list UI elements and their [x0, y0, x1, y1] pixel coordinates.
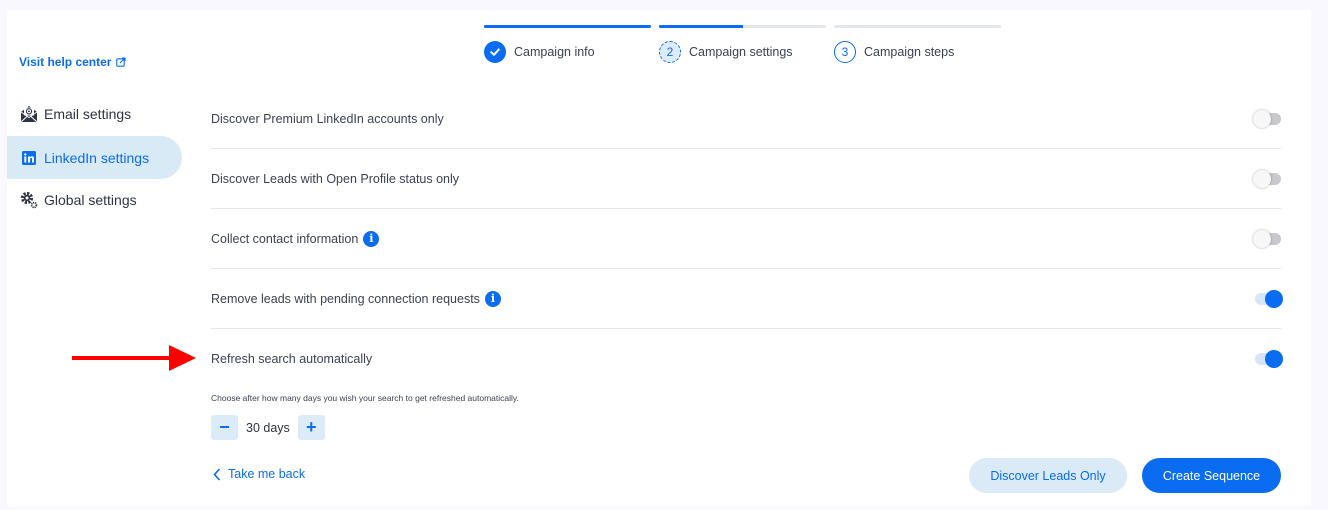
setting-row-open-profile: Discover Leads with Open Profile status …	[211, 149, 1281, 209]
step-number: 2	[659, 41, 681, 63]
help-link-label: Visit help center	[19, 55, 112, 69]
setting-row-refresh-search: Refresh search automatically	[211, 329, 1283, 389]
info-icon[interactable]: i	[484, 290, 501, 307]
step-label: Campaign info	[514, 45, 595, 59]
step-1-progress-bar	[484, 25, 651, 28]
chevron-left-icon	[213, 467, 221, 481]
refresh-hint-text: Choose after how many days you wish your…	[211, 393, 519, 403]
step-campaign-steps[interactable]: 3 Campaign steps	[834, 41, 954, 63]
red-arrow-annotation-icon	[72, 345, 196, 371]
back-label: Take me back	[228, 467, 306, 481]
take-me-back-link[interactable]: Take me back	[213, 467, 305, 481]
refresh-days-stepper: − 30 days +	[211, 415, 325, 440]
setting-row-remove-pending: Remove leads with pending connection req…	[211, 269, 1283, 329]
setting-label: Remove leads with pending connection req…	[211, 291, 480, 306]
refresh-search-toggle[interactable]	[1255, 350, 1283, 368]
check-icon	[484, 41, 506, 63]
setting-label: Refresh search automatically	[211, 352, 373, 366]
create-sequence-button[interactable]: Create Sequence	[1142, 458, 1281, 493]
linkedin-icon	[20, 149, 38, 167]
remove-pending-toggle[interactable]	[1255, 289, 1283, 308]
increment-button[interactable]: +	[297, 415, 325, 440]
setting-label: Discover Leads with Open Profile status …	[211, 171, 460, 186]
sidebar-item-global-settings[interactable]: Global settings	[7, 178, 182, 221]
step-label: Campaign settings	[689, 45, 793, 59]
sidebar-item-linkedin-settings[interactable]: LinkedIn settings	[7, 136, 182, 179]
collect-contact-toggle[interactable]	[1253, 229, 1281, 248]
discover-leads-only-button[interactable]: Discover Leads Only	[969, 458, 1127, 493]
visit-help-center-link[interactable]: Visit help center	[19, 55, 127, 69]
open-profile-toggle[interactable]	[1253, 169, 1281, 188]
setting-row-premium-accounts: Discover Premium LinkedIn accounts only	[211, 89, 1281, 149]
step-campaign-settings[interactable]: 2 Campaign settings	[659, 41, 793, 63]
sidebar-item-label: LinkedIn settings	[44, 149, 150, 166]
setting-row-collect-contact: Collect contact information i	[211, 209, 1281, 269]
sidebar-item-email-settings[interactable]: Email settings	[7, 92, 182, 135]
step-number: 3	[834, 41, 856, 63]
gears-icon	[20, 191, 38, 209]
email-envelope-icon	[20, 105, 38, 123]
info-icon[interactable]: i	[363, 230, 380, 247]
decrement-button[interactable]: −	[211, 415, 238, 440]
step-label: Campaign steps	[864, 45, 955, 59]
premium-accounts-toggle[interactable]	[1253, 109, 1281, 128]
step-campaign-info[interactable]: Campaign info	[484, 41, 595, 63]
step-3-progress-bar	[834, 25, 1001, 28]
external-link-icon	[116, 57, 127, 67]
sidebar-item-label: Email settings	[44, 105, 132, 122]
sidebar-item-label: Global settings	[44, 191, 137, 208]
setting-label: Collect contact information	[211, 231, 359, 246]
step-2-progress-bar	[659, 25, 826, 28]
refresh-days-value: 30 days	[246, 420, 290, 435]
setting-label: Discover Premium LinkedIn accounts only	[211, 111, 444, 126]
